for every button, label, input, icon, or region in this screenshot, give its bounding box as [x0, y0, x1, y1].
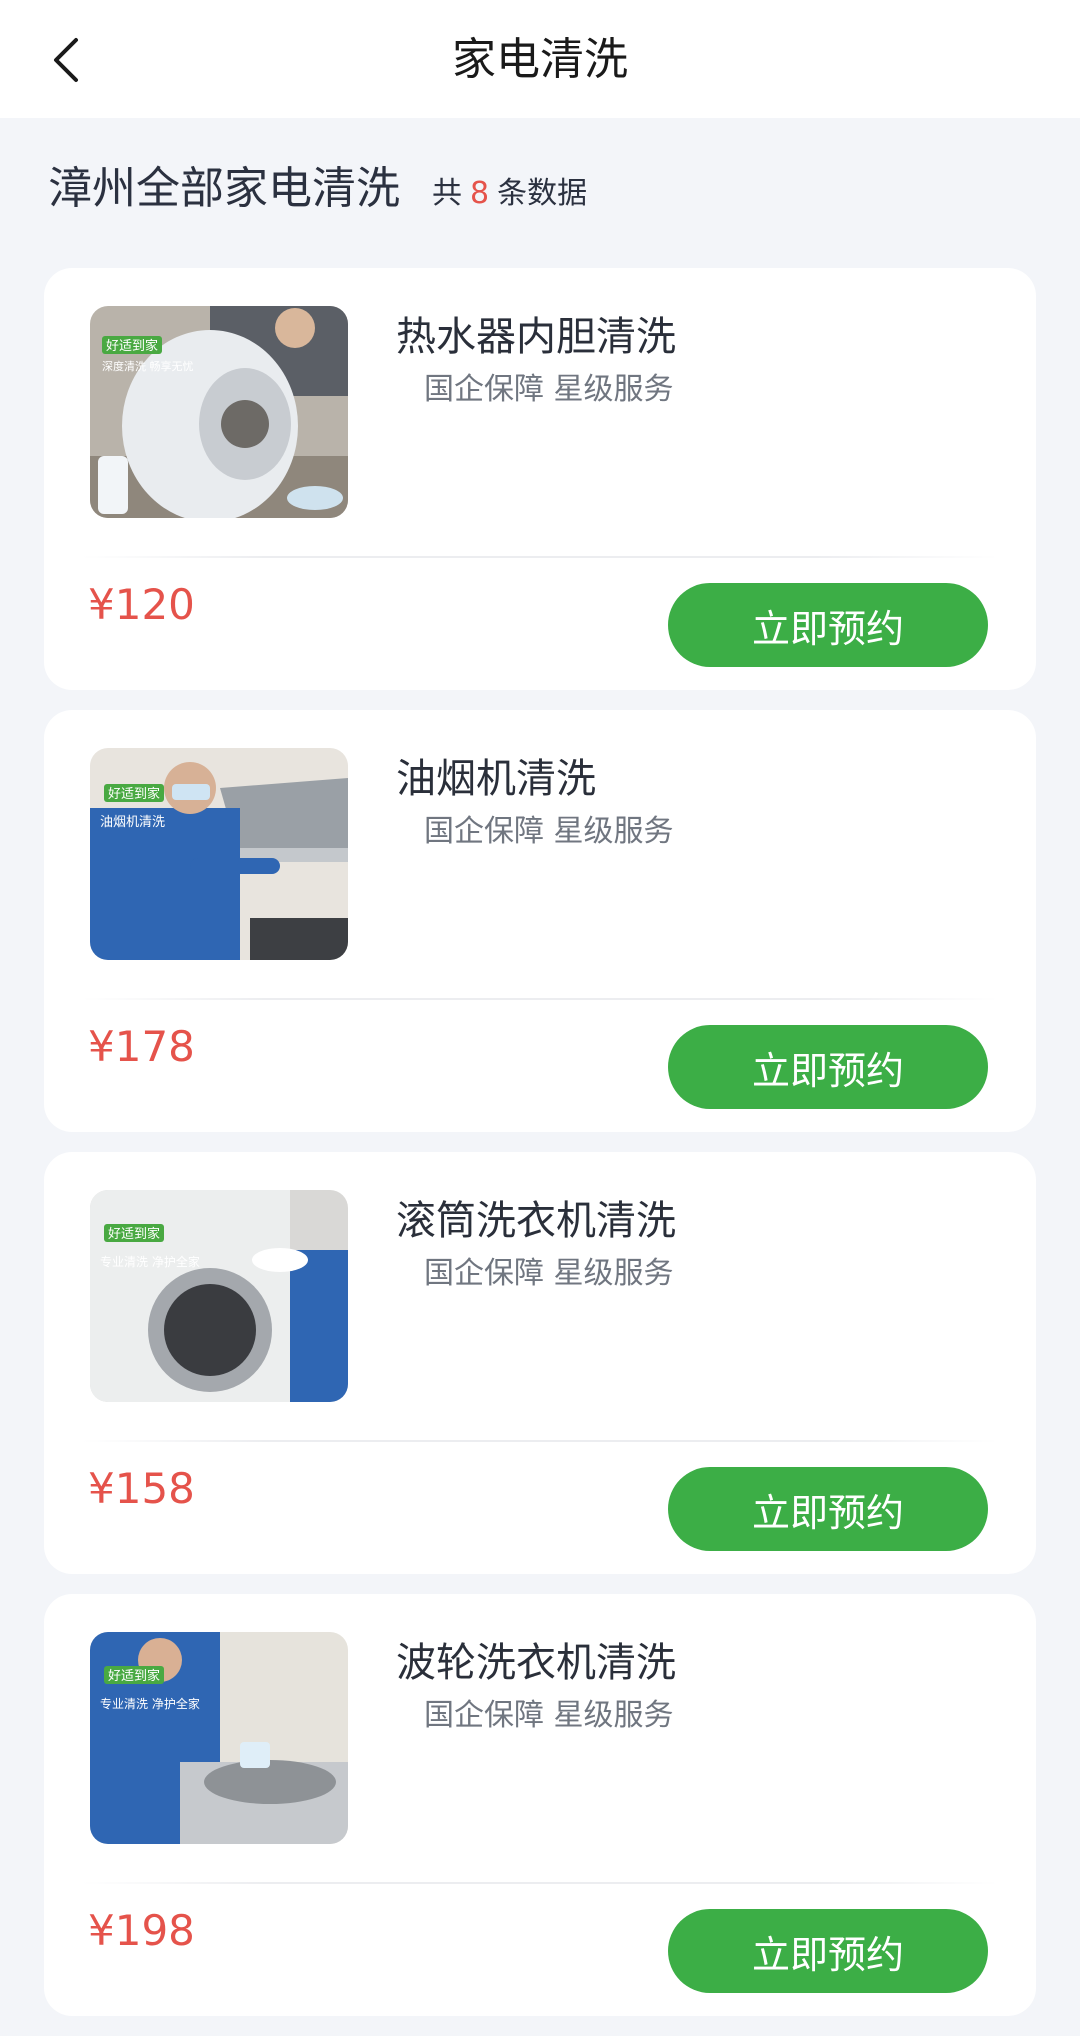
page-title: 家电清洗 [452, 34, 628, 85]
service-title: 波轮洗衣机清洗 [396, 1640, 676, 1686]
service-card[interactable]: 好适到家 专业清洗 净护全家 波轮洗衣机清洗 国企保障 星级服务 ¥198 立即… [44, 1594, 1036, 2016]
service-image: 好适到家 专业清洗 净护全家 [90, 1632, 348, 1844]
divider [82, 1440, 998, 1442]
result-summary: 漳州全部家电清洗 共 8 条数据 [48, 152, 587, 214]
service-list: 好适到家 深度清洗 畅享无忧 热水器内胆清洗 国企保障 星级服务 ¥120 立即… [44, 268, 1036, 2036]
service-tags: 国企保障 星级服务 [424, 814, 674, 849]
image-brand: 好适到家 [108, 786, 160, 802]
image-slogan: 油烟机清洗 [100, 815, 165, 830]
service-price: ¥178 [88, 1022, 195, 1071]
service-card[interactable]: 好适到家 深度清洗 畅享无忧 热水器内胆清洗 国企保障 星级服务 ¥120 立即… [44, 268, 1036, 690]
book-now-button[interactable]: 立即预约 [668, 1909, 988, 1993]
count-number: 8 [470, 176, 490, 211]
image-brand: 好适到家 [106, 338, 158, 354]
service-image: 好适到家 深度清洗 畅享无忧 [90, 306, 348, 518]
count-prefix: 共 [432, 176, 462, 211]
service-tags: 国企保障 星级服务 [424, 1256, 674, 1291]
service-price: ¥120 [88, 580, 195, 629]
service-image: 好适到家 油烟机清洗 [90, 748, 348, 960]
divider [82, 556, 998, 558]
summary-title: 漳州全部家电清洗 [48, 163, 400, 214]
service-price: ¥158 [88, 1464, 195, 1513]
result-count: 共 8 条数据 [432, 168, 587, 212]
service-title: 滚筒洗衣机清洗 [396, 1198, 676, 1244]
service-tags: 国企保障 星级服务 [424, 372, 674, 407]
book-now-button[interactable]: 立即预约 [668, 583, 988, 667]
image-slogan: 深度清洗 畅享无忧 [102, 359, 194, 373]
service-image: 好适到家 专业清洗 净护全家 [90, 1190, 348, 1402]
service-tags: 国企保障 星级服务 [424, 1698, 674, 1733]
service-title: 热水器内胆清洗 [396, 314, 676, 360]
book-now-button[interactable]: 立即预约 [668, 1025, 988, 1109]
image-slogan: 专业清洗 净护全家 [100, 1696, 200, 1711]
count-suffix: 条数据 [497, 176, 588, 211]
nav-bar: 家电清洗 [0, 0, 1080, 118]
service-price: ¥198 [88, 1906, 195, 1955]
service-card[interactable]: 好适到家 油烟机清洗 油烟机清洗 国企保障 星级服务 ¥178 立即预约 [44, 710, 1036, 1132]
divider [82, 1882, 998, 1884]
divider [82, 998, 998, 1000]
image-brand: 好适到家 [108, 1226, 160, 1242]
book-now-button[interactable]: 立即预约 [668, 1467, 988, 1551]
service-title: 油烟机清洗 [396, 756, 596, 802]
image-slogan: 专业清洗 净护全家 [100, 1254, 200, 1269]
image-brand: 好适到家 [108, 1668, 160, 1684]
service-card[interactable]: 好适到家 专业清洗 净护全家 滚筒洗衣机清洗 国企保障 星级服务 ¥158 立即… [44, 1152, 1036, 1574]
